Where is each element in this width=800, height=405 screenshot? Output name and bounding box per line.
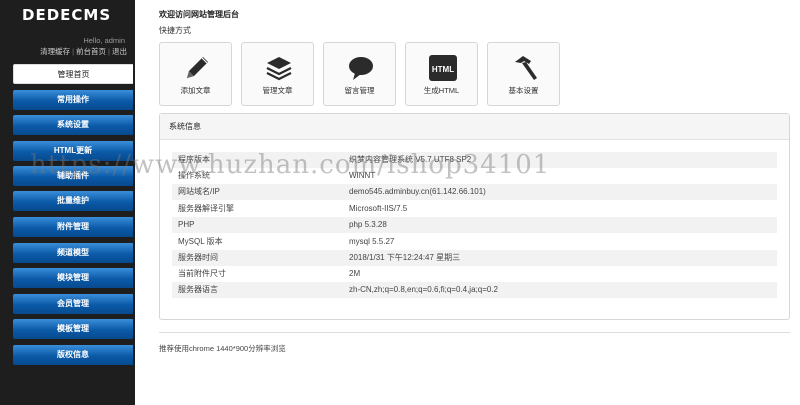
watermark: https://www.huzhan.com/ishop34101 [30, 150, 551, 180]
clear-cache-link[interactable]: 清理缓存 [40, 47, 70, 56]
user-greeting: Hello, admin [83, 36, 125, 45]
nav-channel-models[interactable]: 频道模型 [13, 243, 133, 263]
shortcut-manage-articles[interactable]: 管理文章 [241, 42, 314, 106]
shortcuts-heading: 快捷方式 [159, 26, 191, 35]
html-icon-text: HTML [432, 65, 454, 74]
nav-batch-maintain[interactable]: 批量维护 [13, 191, 133, 211]
nav-members[interactable]: 会员管理 [13, 294, 133, 314]
shortcut-add-article[interactable]: 添加文章 [159, 42, 232, 106]
pencil-icon [187, 57, 208, 78]
main-content: 欢迎访问网站管理后台 快捷方式 添加文章 管理文章 留言管理 HTML 生成HT… [135, 0, 800, 405]
table-row: 服务器时间 2018/1/31 下午12:24:47 星期三 [172, 250, 777, 266]
info-value: php 5.3.28 [349, 220, 387, 229]
frontend-home-link[interactable]: 前台首页 [76, 47, 106, 56]
hammer-icon [515, 56, 537, 80]
stack-icon [266, 57, 292, 81]
info-key: 服务器解译引擎 [178, 204, 234, 213]
nav-copyright[interactable]: 版权信息 [13, 345, 133, 365]
nav-common-ops[interactable]: 常用操作 [13, 90, 133, 110]
browser-recommendation: 推荐使用chrome 1440*900分辨率浏览 [159, 344, 286, 353]
info-value: 2M [349, 269, 361, 278]
info-value: mysql 5.5.27 [349, 237, 395, 246]
shortcut-generate-html[interactable]: HTML 生成HTML [405, 42, 478, 106]
shortcut-label: 添加文章 [180, 86, 211, 95]
page-title: 欢迎访问网站管理后台 [159, 10, 239, 19]
divider [159, 332, 790, 333]
info-value: demo545.adminbuy.cn(61.142.66.101) [349, 187, 486, 196]
shortcut-label: 基本设置 [508, 86, 539, 95]
table-row: 当前附件尺寸 2M [172, 266, 777, 282]
info-key: PHP [178, 220, 195, 229]
nav-system-settings[interactable]: 系统设置 [13, 115, 133, 135]
info-key: 网站域名/IP [178, 187, 220, 196]
nav-attachments[interactable]: 附件管理 [13, 217, 133, 237]
system-info-panel: 系统信息 程序版本 织梦内容管理系统 V5.7 UTF8 SP2 操作系统 WINN… [159, 113, 790, 320]
info-value: zh-CN,zh;q=0.8,en;q=0.6,fi;q=0.4,ja;q=0.… [349, 285, 498, 294]
info-value: 2018/1/31 下午12:24:47 星期三 [349, 253, 461, 262]
chat-bubble-icon [349, 57, 373, 80]
top-links: 清理缓存 | 前台首页 | 退出 [40, 47, 127, 56]
shortcut-label: 生成HTML [423, 86, 460, 95]
system-info-title: 系统信息 [160, 114, 789, 140]
info-key: 服务器时间 [178, 253, 218, 262]
nav-templates[interactable]: 模板管理 [13, 319, 133, 339]
shortcut-label: 留言管理 [344, 86, 375, 95]
shortcut-label: 管理文章 [262, 86, 293, 95]
info-value: Microsoft-IIS/7.5 [349, 204, 408, 213]
nav-modules[interactable]: 模块管理 [13, 268, 133, 288]
table-row: PHP php 5.3.28 [172, 217, 777, 233]
html-icon: HTML [429, 55, 457, 81]
shortcut-messages[interactable]: 留言管理 [323, 42, 396, 106]
nav-admin-home[interactable]: 管理首页 [13, 64, 133, 84]
logo: DEDECMS [22, 6, 112, 24]
table-row: MySQL 版本 mysql 5.5.27 [172, 234, 777, 250]
table-row: 服务器解译引擎 Microsoft-IIS/7.5 [172, 201, 777, 217]
sidebar: DEDECMS Hello, admin 清理缓存 | 前台首页 | 退出 管理首页 常… [0, 0, 135, 405]
logout-link[interactable]: 退出 [112, 47, 127, 56]
table-row: 服务器语言 zh-CN,zh;q=0.8,en;q=0.6,fi;q=0.4,ja… [172, 282, 777, 298]
info-key: 当前附件尺寸 [178, 269, 226, 278]
info-key: 服务器语言 [178, 285, 218, 294]
table-row: 网站域名/IP demo545.adminbuy.cn(61.142.66.101… [172, 184, 777, 200]
shortcut-basic-settings[interactable]: 基本设置 [487, 42, 560, 106]
info-key: MySQL 版本 [178, 237, 223, 246]
